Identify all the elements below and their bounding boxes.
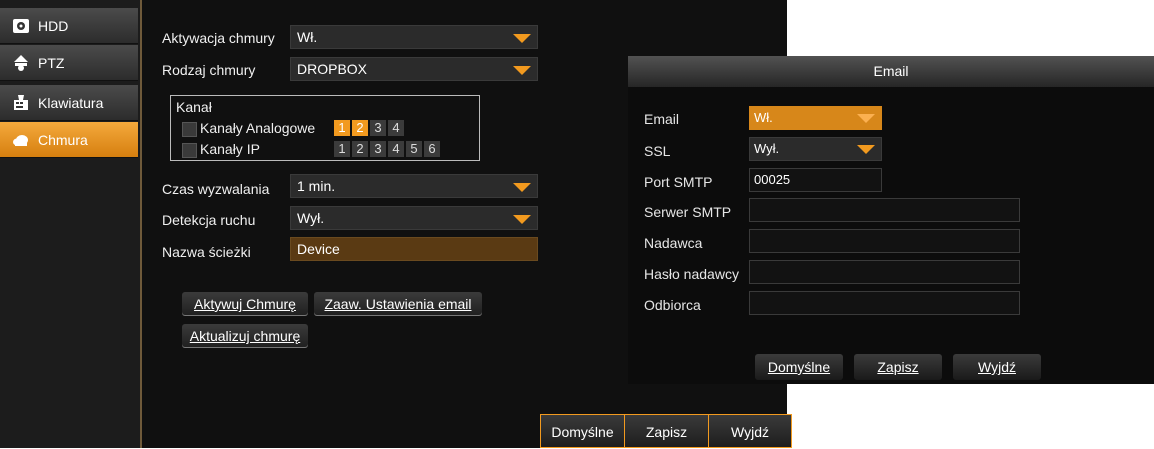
cloud-activation-label: Aktywacja chmury (162, 30, 275, 46)
cloud-type-select[interactable]: DROPBOX (290, 57, 538, 81)
email-dialog-title: Email (628, 56, 1154, 87)
channel-group-title: Kanał (176, 99, 212, 115)
analog-channel-1[interactable]: 1 (334, 120, 350, 136)
sidebar-item-keyboard[interactable]: Klawiatura (0, 85, 138, 121)
email-enable-value: Wł. (754, 110, 773, 125)
cloud-activation-value: Wł. (297, 29, 318, 45)
ip-channel-3[interactable]: 3 (370, 141, 386, 157)
default-button[interactable]: Domyślne (540, 414, 624, 448)
cloud-icon (12, 131, 30, 149)
chevron-down-icon (513, 66, 531, 75)
sender-label: Nadawca (644, 235, 703, 251)
sidebar-item-label: Klawiatura (38, 94, 104, 111)
save-button[interactable]: Zapisz (624, 414, 708, 448)
ip-channels-label: Kanały IP (200, 141, 260, 157)
ip-channels-checkbox[interactable] (182, 143, 197, 158)
hdd-icon (12, 17, 30, 35)
ssl-select[interactable]: Wył. (749, 137, 882, 161)
email-enable-select[interactable]: Wł. (749, 106, 882, 130)
ip-channel-6[interactable]: 6 (424, 141, 440, 157)
email-default-button[interactable]: Domyślne (755, 354, 843, 380)
path-name-value: Device (297, 241, 340, 257)
motion-detection-select[interactable]: Wył. (290, 206, 538, 230)
analog-channel-3[interactable]: 3 (370, 120, 386, 136)
smtp-port-value: 00025 (754, 172, 791, 187)
exit-button[interactable]: Wyjdź (708, 414, 792, 448)
email-label: Email (644, 111, 680, 127)
path-name-input[interactable]: Device (290, 237, 538, 261)
smtp-port-label: Port SMTP (644, 174, 713, 190)
footer-buttons: Domyślne Zapisz Wyjdź (540, 414, 792, 448)
sender-password-label: Hasło nadawcy (644, 266, 739, 282)
cloud-type-label: Rodzaj chmury (162, 62, 256, 78)
ip-channel-5[interactable]: 5 (406, 141, 422, 157)
ip-channel-2[interactable]: 2 (352, 141, 368, 157)
recipient-input[interactable] (749, 291, 1020, 315)
chevron-down-icon (857, 114, 875, 123)
path-name-label: Nazwa ścieżki (162, 244, 251, 260)
ip-channel-4[interactable]: 4 (388, 141, 404, 157)
update-cloud-button[interactable]: Aktualizuj chmurę (182, 324, 308, 348)
ssl-value: Wył. (754, 141, 780, 156)
email-dialog: Email Email Wł. SSL Wył. Port SMTP 00025… (628, 56, 1154, 384)
email-save-button[interactable]: Zapisz (854, 354, 942, 380)
cloud-type-value: DROPBOX (297, 61, 368, 77)
sender-password-input[interactable] (749, 260, 1020, 284)
ssl-label: SSL (644, 143, 671, 159)
chevron-down-icon (857, 145, 875, 154)
sidebar-item-cloud[interactable]: Chmura (0, 122, 138, 158)
trigger-time-select[interactable]: 1 min. (290, 174, 538, 198)
chevron-down-icon (513, 183, 531, 192)
motion-detection-label: Detekcja ruchu (162, 212, 256, 228)
sender-input[interactable] (749, 229, 1020, 253)
sidebar-item-label: PTZ (38, 54, 65, 71)
trigger-time-label: Czas wyzwalania (162, 181, 270, 197)
smtp-port-input[interactable]: 00025 (749, 168, 882, 192)
recipient-label: Odbiorca (644, 297, 701, 313)
keyboard-icon (12, 94, 30, 112)
trigger-time-value: 1 min. (297, 178, 336, 194)
smtp-server-label: Serwer SMTP (644, 204, 732, 220)
ip-channel-1[interactable]: 1 (334, 141, 350, 157)
activate-cloud-button[interactable]: Aktywuj Chmurę (182, 292, 308, 316)
sidebar: HDD PTZ Klawiatura Chmura (0, 0, 142, 448)
advanced-email-settings-button[interactable]: Zaaw. Ustawienia email (314, 292, 482, 316)
analog-channel-2[interactable]: 2 (352, 120, 368, 136)
smtp-server-input[interactable] (749, 198, 1020, 222)
chevron-down-icon (513, 34, 531, 43)
ptz-camera-icon (12, 54, 30, 72)
analog-channels-checkbox[interactable] (182, 122, 197, 137)
sidebar-item-label: Chmura (38, 131, 88, 148)
analog-channel-4[interactable]: 4 (388, 120, 404, 136)
chevron-down-icon (513, 215, 531, 224)
motion-detection-value: Wył. (297, 210, 325, 226)
analog-channels-label: Kanały Analogowe (200, 120, 316, 136)
cloud-activation-select[interactable]: Wł. (290, 25, 538, 49)
sidebar-item-hdd[interactable]: HDD (0, 8, 138, 44)
sidebar-item-label: HDD (38, 17, 69, 34)
email-exit-button[interactable]: Wyjdź (953, 354, 1041, 380)
sidebar-item-ptz[interactable]: PTZ (0, 45, 138, 81)
